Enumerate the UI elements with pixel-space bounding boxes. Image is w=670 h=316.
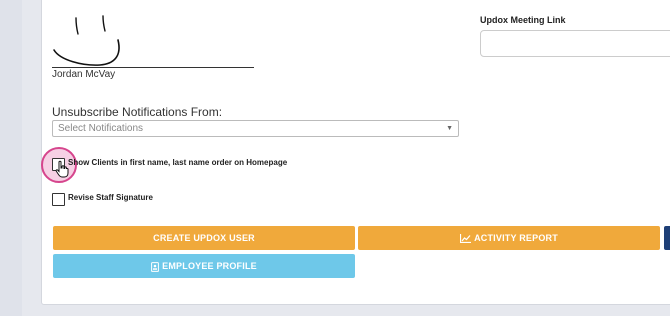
revise-signature-label: Revise Staff Signature (68, 193, 153, 202)
updox-meeting-link-label: Updox Meeting Link (480, 15, 566, 25)
revise-signature-checkbox[interactable] (52, 193, 65, 206)
unsubscribe-notifications-label: Unsubscribe Notifications From: (52, 105, 223, 119)
employee-profile-label: EMPLOYEE PROFILE (162, 261, 257, 271)
id-badge-icon (151, 261, 160, 272)
activity-report-button[interactable]: ACTIVITY REPORT (358, 226, 660, 250)
notifications-select-placeholder: Select Notifications (58, 123, 144, 134)
signature-name: Jordan McVay (52, 69, 116, 80)
show-clients-label: Show Clients in first name, last name or… (68, 158, 288, 167)
left-gutter (0, 0, 22, 316)
employee-profile-button[interactable]: EMPLOYEE PROFILE (53, 254, 355, 278)
signature-image (53, 15, 120, 66)
caret-down-icon: ▼ (446, 125, 453, 132)
hand-pointer-icon (55, 160, 69, 178)
signature-line (52, 67, 254, 68)
notifications-select[interactable]: Select Notifications ▼ (52, 120, 459, 137)
chart-line-icon (460, 234, 472, 244)
updox-meeting-link-input[interactable] (480, 30, 670, 57)
create-updox-user-button[interactable]: CREATE UPDOX USER (53, 226, 355, 250)
create-updox-user-label: CREATE UPDOX USER (153, 233, 255, 243)
navy-action-button[interactable] (664, 226, 670, 250)
activity-report-label: ACTIVITY REPORT (474, 233, 558, 243)
